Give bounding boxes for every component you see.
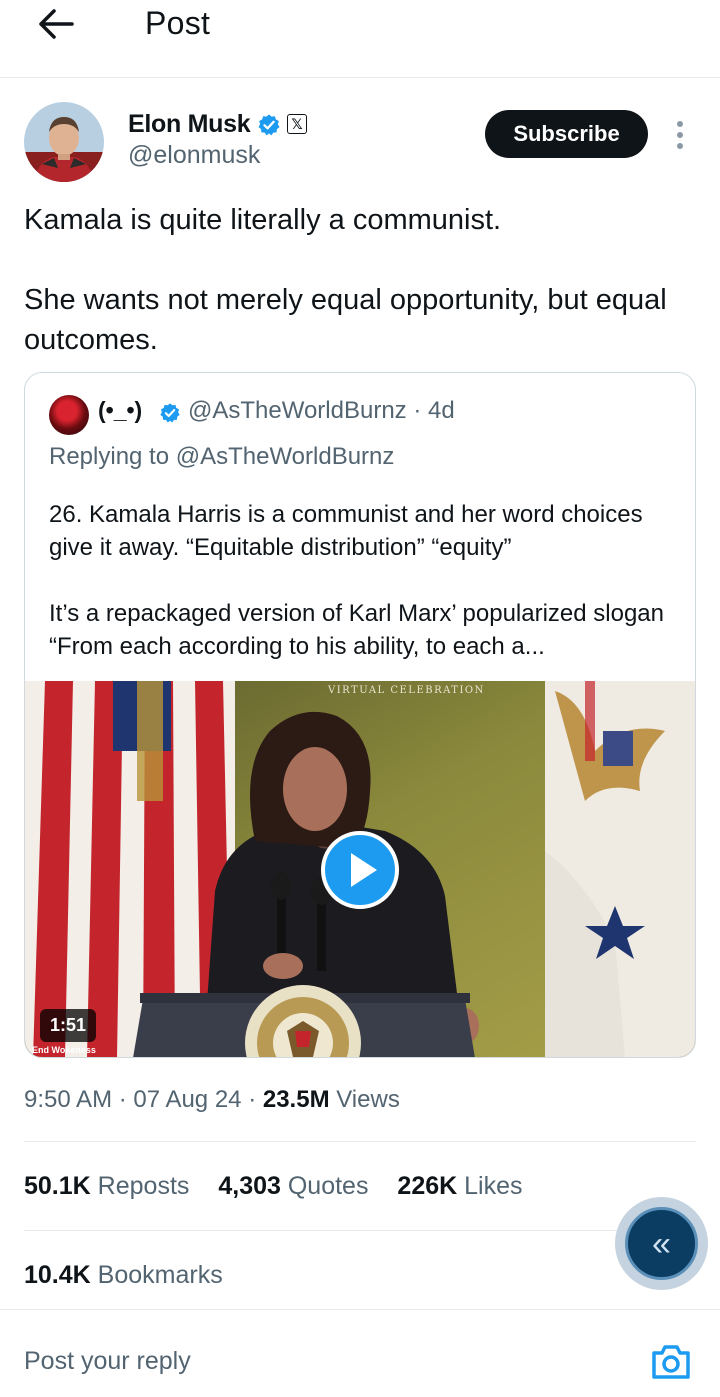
reply-input[interactable]: Post your reply — [24, 1347, 191, 1376]
views-label: Views — [336, 1086, 400, 1113]
quoted-author-handle-time[interactable]: @AsTheWorldBurnz · 4d — [188, 397, 455, 425]
quoted-author-name[interactable]: (•_•) — [98, 397, 142, 424]
verified-icon — [257, 113, 281, 137]
quotes-count: 4,303 — [218, 1172, 281, 1200]
reposts-stat[interactable]: 50.1K Reposts — [24, 1172, 189, 1201]
back-arrow-icon[interactable] — [36, 6, 76, 42]
play-icon[interactable] — [321, 831, 399, 909]
camera-icon[interactable] — [650, 1343, 692, 1381]
engagement-stats: 50.1K Reposts 4,303 Quotes 226K Likes — [24, 1172, 545, 1201]
likes-stat[interactable]: 226K Likes — [397, 1172, 522, 1201]
post-time: 9:50 AM — [24, 1086, 113, 1113]
quoted-author-avatar[interactable] — [49, 395, 89, 435]
post-meta: 9:50 AM · 07 Aug 24 · 23.5M Views — [24, 1086, 400, 1113]
likes-label: Likes — [464, 1172, 523, 1200]
double-chevron-left-icon[interactable]: « — [625, 1207, 698, 1280]
verified-icon — [159, 402, 181, 424]
likes-count: 226K — [397, 1172, 458, 1200]
replying-to-label[interactable]: Replying to @AsTheWorldBurnz — [49, 443, 394, 471]
video-caption-text: VIRTUAL CELEBRATION — [328, 685, 485, 696]
divider — [24, 1141, 696, 1142]
bookmarks-count: 10.4K — [24, 1261, 91, 1289]
post-date: 07 Aug 24 — [133, 1086, 242, 1113]
video-watermark: End Wokeness — [32, 1045, 96, 1055]
top-bar: Post — [0, 0, 720, 78]
page-title: Post — [145, 5, 211, 41]
author-name[interactable]: Elon Musk — [128, 110, 251, 139]
author-avatar[interactable] — [24, 102, 104, 182]
x-logo-icon[interactable]: 𝕏 — [287, 114, 307, 134]
post-line-2: She wants not merely equal opportunity, … — [24, 284, 667, 356]
video-player[interactable]: VIRTUAL CELEBRATION 1:51 End Wokeness — [25, 681, 695, 1057]
quotes-stat[interactable]: 4,303 Quotes — [218, 1172, 368, 1201]
reposts-count: 50.1K — [24, 1172, 91, 1200]
video-duration: 1:51 — [40, 1009, 97, 1042]
quoted-paragraph-2: It’s a repackaged version of Karl Marx’ … — [49, 600, 664, 660]
post-body: Kamala is quite literally a communist. S… — [24, 200, 704, 360]
subscribe-button[interactable]: Subscribe — [485, 110, 648, 158]
more-vertical-icon[interactable] — [670, 120, 690, 150]
bookmarks-stat[interactable]: 10.4K Bookmarks — [24, 1261, 223, 1290]
quoted-paragraph-1: 26. Kamala Harris is a communist and her… — [49, 501, 643, 561]
bookmarks-label: Bookmarks — [97, 1261, 223, 1289]
quotes-label: Quotes — [287, 1172, 369, 1200]
quoted-post[interactable]: (•_•) @AsTheWorldBurnz · 4d Replying to … — [24, 372, 696, 1058]
post-line-1: Kamala is quite literally a communist. — [24, 204, 502, 236]
reply-bar: Post your reply — [0, 1309, 720, 1397]
quoted-post-body: 26. Kamala Harris is a communist and her… — [49, 498, 679, 663]
views-count: 23.5M — [262, 1086, 330, 1113]
author-handle[interactable]: @elonmusk — [128, 141, 260, 170]
divider — [24, 1230, 696, 1231]
reposts-label: Reposts — [97, 1172, 190, 1200]
